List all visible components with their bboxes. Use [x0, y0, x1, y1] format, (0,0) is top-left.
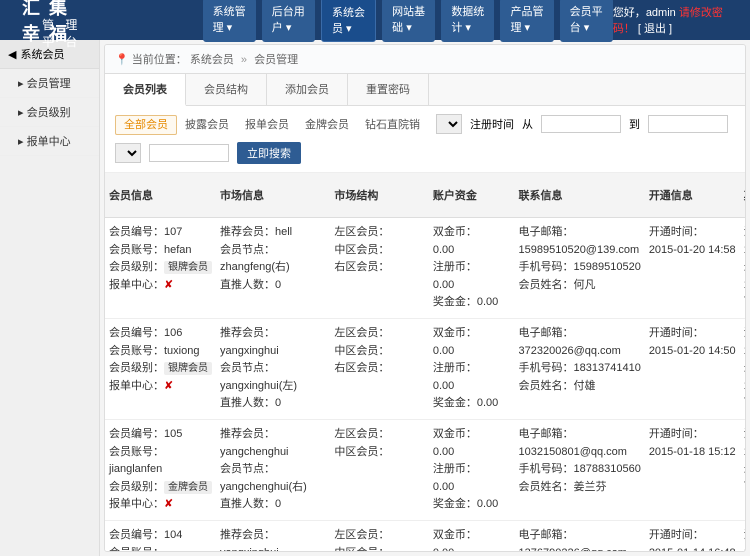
sidebar-item[interactable]: ▸ 报单中心	[0, 127, 99, 156]
filter-category[interactable]: 报单会员	[237, 116, 297, 134]
content-area: 📍 当前位置： 系统会员 » 会员管理 会员列表会员结构添加会员重置密码 全部会…	[104, 44, 746, 552]
col-header: 市场信息	[216, 173, 330, 218]
filter-category[interactable]: 全部会员	[115, 115, 177, 135]
col-header: 账户资金	[429, 173, 515, 218]
filter-select-1[interactable]	[436, 114, 462, 134]
logout-link[interactable]: [ 退出 ]	[638, 23, 672, 35]
breadcrumb: 📍 当前位置： 系统会员 » 会员管理	[105, 45, 745, 74]
col-header: 其他信息	[740, 173, 746, 218]
tab[interactable]: 会员列表	[105, 74, 186, 106]
nav-item[interactable]: 数据统计 ▾	[441, 0, 494, 42]
nav-item[interactable]: 产品管理 ▾	[500, 0, 553, 42]
main-nav: 系统管理 ▾后台用户 ▾系统会员 ▾网站基础 ▾数据统计 ▾产品管理 ▾会员平台…	[203, 0, 613, 42]
col-header: 市场结构	[330, 173, 428, 218]
filter-category[interactable]: 金牌会员	[297, 116, 357, 134]
nav-item[interactable]: 系统管理 ▾	[203, 0, 256, 42]
col-header: 会员信息	[105, 173, 216, 218]
sidebar-item[interactable]: ▸ 会员级别	[0, 98, 99, 127]
nav-item[interactable]: 会员平台 ▾	[560, 0, 613, 42]
admin-name: admin	[646, 7, 676, 19]
keyword-input[interactable]	[149, 144, 229, 162]
nav-item[interactable]: 后台用户 ▾	[262, 0, 315, 42]
table-row: 会员编号：106会员账号：tuxiong会员级别：银牌会员报单中心：✘推荐会员：…	[105, 318, 746, 419]
nav-item[interactable]: 系统会员 ▾	[321, 0, 376, 42]
table-row: 会员编号：104会员账号：liubangchun会员级别：银牌会员报单中心：✘推…	[105, 520, 746, 552]
tab[interactable]: 会员结构	[186, 74, 267, 105]
nav-item[interactable]: 网站基础 ▾	[382, 0, 435, 42]
content-tabs: 会员列表会员结构添加会员重置密码	[105, 74, 745, 106]
col-header: 开通信息	[645, 173, 740, 218]
search-button[interactable]: 立即搜索	[237, 142, 301, 164]
top-bar: 汇 集 幸 福 管 理 平 台 系统管理 ▾后台用户 ▾系统会员 ▾网站基础 ▾…	[0, 0, 750, 40]
tab[interactable]: 添加会员	[267, 74, 348, 105]
logo-subtitle: 管 理 平 台	[42, 16, 93, 50]
table-row: 会员编号：107会员账号：hefan会员级别：银牌会员报单中心：✘推荐会员：he…	[105, 218, 746, 319]
table-row: 会员编号：105会员账号：jianglanfen会员级别：金牌会员报单中心：✘推…	[105, 419, 746, 520]
user-info: 您好，admin 请修改密码！ [ 退出 ]	[613, 4, 740, 36]
col-header: 联系信息	[515, 173, 645, 218]
tab[interactable]: 重置密码	[348, 74, 429, 105]
filter-category[interactable]: 钻石直院销	[357, 116, 428, 134]
filter-category[interactable]: 披露会员	[177, 116, 237, 134]
member-table: 会员信息市场信息市场结构账户资金联系信息开通信息其他信息操作 会员编号：107会…	[105, 173, 746, 552]
filter-select-2[interactable]	[115, 143, 141, 163]
collapse-icon: ◀	[8, 48, 16, 61]
sidebar-item[interactable]: ▸ 会员管理	[0, 69, 99, 98]
filter-bar: 全部会员披露会员报单会员金牌会员钻石直院销 注册时间 从 到 立即搜索	[105, 106, 745, 173]
sidebar: ◀ 系统会员 ▸ 会员管理▸ 会员级别▸ 报单中心	[0, 40, 100, 556]
date-to-input[interactable]	[648, 115, 728, 133]
date-from-input[interactable]	[541, 115, 621, 133]
